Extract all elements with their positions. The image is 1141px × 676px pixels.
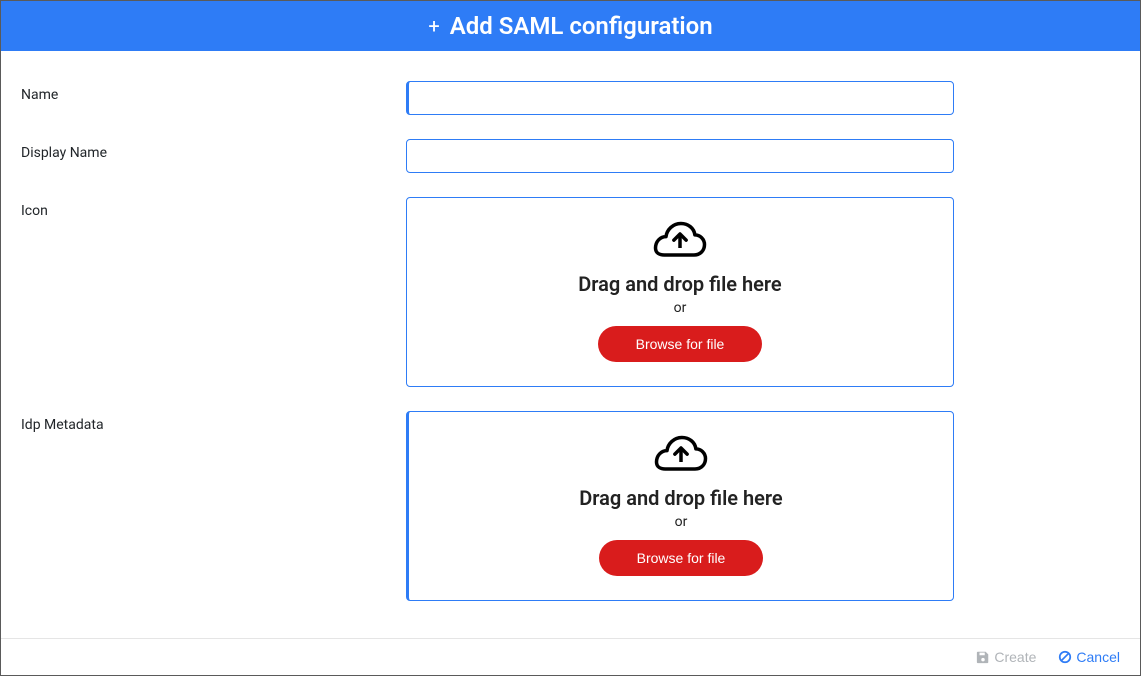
label-name: Name <box>21 81 406 103</box>
modal-footer: Create Cancel <box>1 638 1140 675</box>
dropzone-or: or <box>675 514 688 530</box>
row-icon: Icon Drag and drop file here or Browse f… <box>21 197 1120 387</box>
dropzone-title: Drag and drop file here <box>578 272 781 296</box>
cloud-upload-icon <box>652 220 708 262</box>
display-name-input[interactable] <box>406 139 954 173</box>
cancel-label: Cancel <box>1076 649 1120 665</box>
idp-metadata-dropzone[interactable]: Drag and drop file here or Browse for fi… <box>406 411 954 601</box>
row-idp-metadata: Idp Metadata Drag and drop file here or … <box>21 411 1120 601</box>
dropzone-title: Drag and drop file here <box>579 486 782 510</box>
plus-icon: + <box>428 14 439 38</box>
label-icon: Icon <box>21 197 406 219</box>
form-body: Name Display Name Icon Drag and drop fil… <box>1 51 1140 601</box>
icon-dropzone[interactable]: Drag and drop file here or Browse for fi… <box>406 197 954 387</box>
create-label: Create <box>994 649 1036 665</box>
modal-title: Add SAML configuration <box>450 12 713 40</box>
save-icon <box>976 650 990 664</box>
browse-file-button[interactable]: Browse for file <box>599 540 764 576</box>
create-button[interactable]: Create <box>976 649 1036 665</box>
row-name: Name <box>21 81 1120 115</box>
browse-file-button[interactable]: Browse for file <box>598 326 763 362</box>
cancel-button[interactable]: Cancel <box>1058 649 1120 665</box>
cloud-upload-icon <box>653 434 709 476</box>
label-idp-metadata: Idp Metadata <box>21 411 406 433</box>
row-display-name: Display Name <box>21 139 1120 173</box>
dropzone-or: or <box>674 300 687 316</box>
name-input[interactable] <box>406 81 954 115</box>
cancel-icon <box>1058 650 1072 664</box>
modal-header: + Add SAML configuration <box>1 1 1140 51</box>
label-display-name: Display Name <box>21 139 406 161</box>
